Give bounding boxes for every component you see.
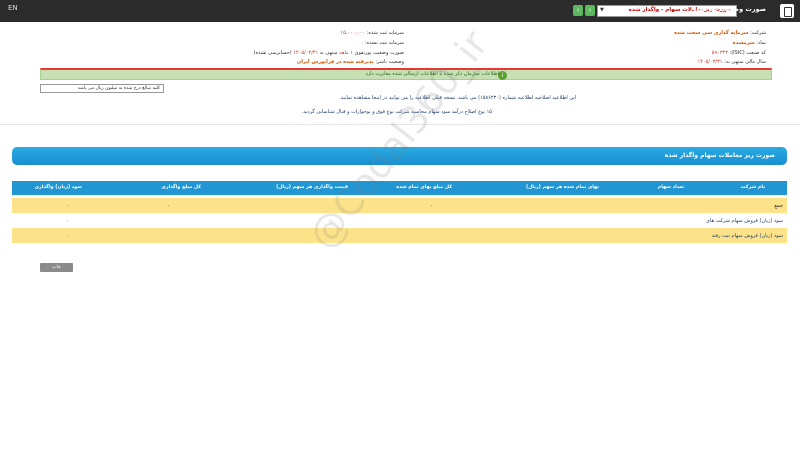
- row-name: سود (زیان) فروش سهام ثبت رفته: [711, 233, 783, 239]
- chevron-down-icon: ▼: [600, 7, 604, 13]
- table-row: سود (زیان) فروش سهام شرکت های ۰: [12, 213, 787, 228]
- disposed-shares-table: نام شرکت تعداد سهام بهای تمام شده هر سهم…: [12, 181, 787, 243]
- clipboard-icon: [780, 4, 794, 18]
- profit-cell: ۰: [66, 203, 69, 209]
- company-row: شرکت: سرمایه گذاری سی سخت شده: [674, 30, 766, 36]
- profit-cell: ۰: [66, 218, 69, 224]
- sale-total-cell: ۰: [167, 203, 170, 209]
- profit-cell: ۰: [66, 233, 69, 239]
- table-header: نام شرکت تعداد سهام بهای تمام شده هر سهم…: [12, 181, 787, 195]
- row-name: سود (زیان) فروش سهام شرکت های: [706, 218, 783, 224]
- table-row: سود (زیان) فروش سهام ثبت رفته ۰: [12, 228, 787, 243]
- column-header: نام شرکت: [740, 185, 765, 190]
- row-name: جمع: [774, 203, 783, 209]
- column-header: سود (زیان) واگذاری: [34, 185, 82, 190]
- notice-bar: i اطلاعات سازمان ذکر شده با اطلاعات ارسا…: [40, 68, 772, 80]
- company-info: شرکت: سرمایه گذاری سی سخت شده نماد: سرمش…: [40, 27, 772, 69]
- info-icon: i: [498, 70, 507, 80]
- column-header: بهای تمام شده هر سهم (ریال): [525, 185, 599, 190]
- page-title: صورت وضعیت پورتفوی: [689, 5, 766, 13]
- isic-row: کد صنعت (ISIC): ۵۹۰۳۴۳: [711, 50, 766, 56]
- unregistered-capital-row: سرمایه ثبت نشده: ۰: [360, 40, 404, 46]
- next-report-button[interactable]: ›: [585, 5, 595, 16]
- amount-unit-field[interactable]: کلیه مبالغ درج شده به میلیون ریال می باش…: [40, 84, 164, 93]
- registered-capital-row: سرمایه ثبت شده: ۱۵,۰۰۰,۰۰۰: [340, 30, 404, 36]
- table-row: جمع ۰ ۰ ۰: [12, 198, 787, 213]
- column-header: کل مبلغ بهای تمام شده: [396, 185, 452, 190]
- column-header: کل مبلغ واگذاری: [161, 185, 201, 190]
- top-bar: EN ▼ صورت ریزمعاملات سهام - واگذار شده ‹…: [0, 0, 800, 22]
- section-title: صورت ریز معاملات سهام واگذار شده: [664, 152, 775, 159]
- symbol-row: نماد: سرمشده: [732, 40, 766, 46]
- print-button[interactable]: چاپ: [40, 263, 73, 272]
- column-header: تعداد سهام: [657, 185, 684, 190]
- fiscal-year-row: سال مالی منتهی به: ۱۴۰۵/۰۳/۳۱: [697, 59, 766, 65]
- portfolio-period-row: صورت وضعیت پورتفوی ۱ ماهه منتهی به ۱۴۰۵/…: [253, 50, 404, 56]
- previous-report-button[interactable]: ‹: [573, 5, 583, 16]
- cost-total-cell: ۰: [430, 203, 433, 209]
- issuer-status-row: وضعیت ناشر: پذیرفته شده در فرابورس ایران: [296, 59, 404, 65]
- language-toggle[interactable]: EN: [8, 4, 18, 12]
